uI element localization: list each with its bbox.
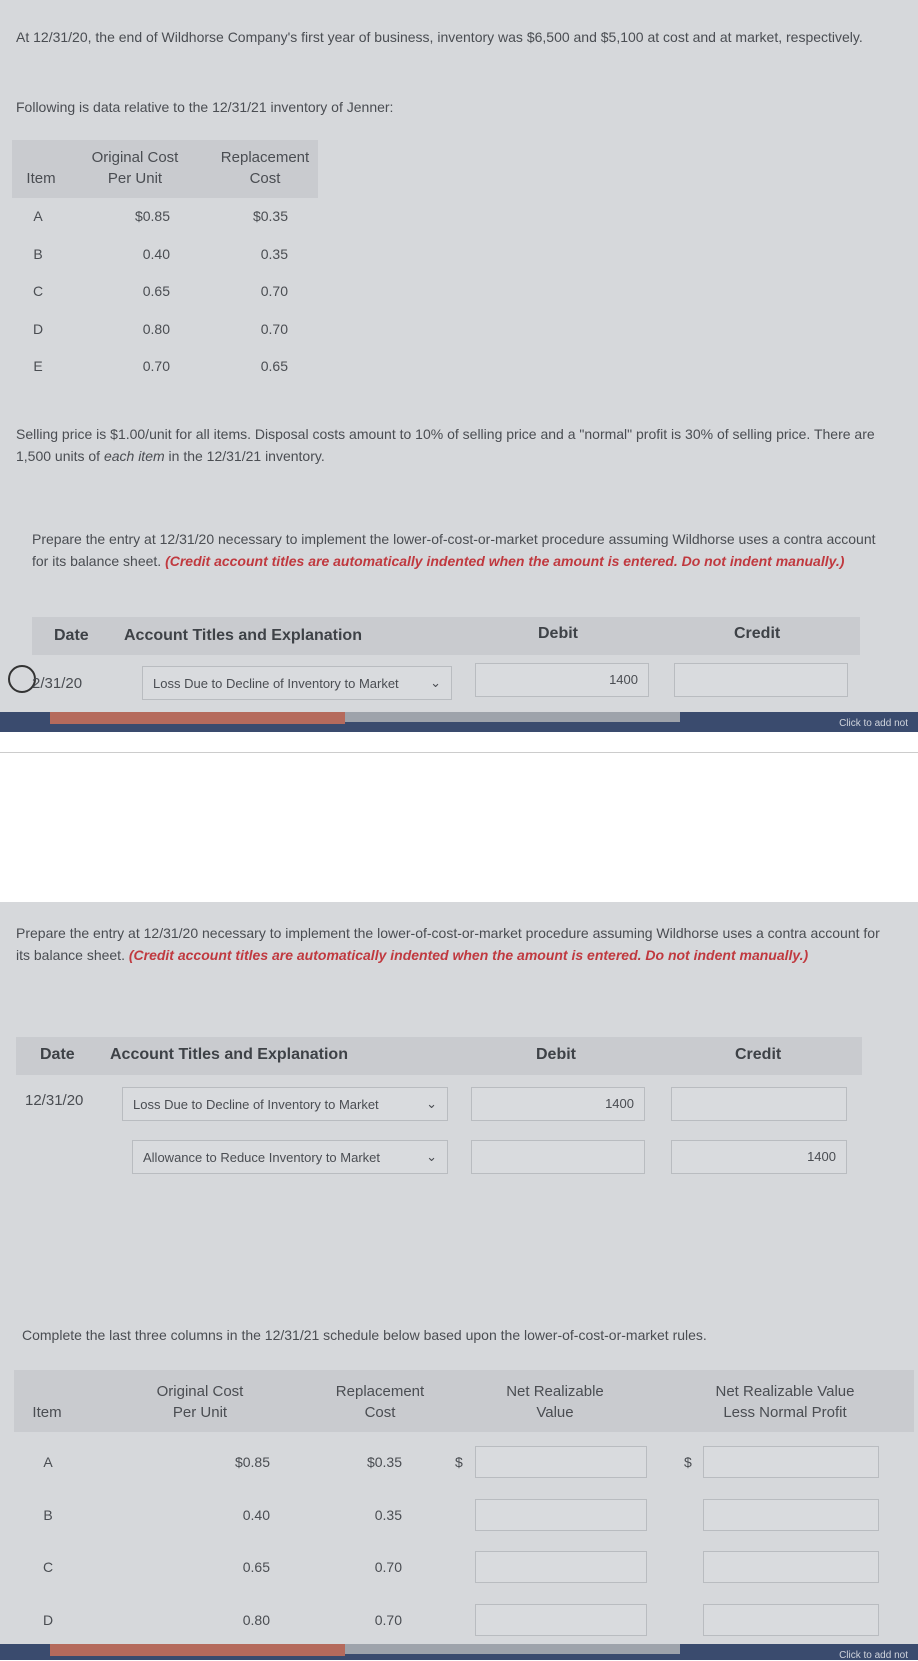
replacement-cell: 0.70 [260, 320, 288, 337]
cost-cell: $0.85 [134, 208, 170, 224]
journal2-debit-input-2[interactable] [471, 1140, 645, 1174]
nrv-less-profit-input[interactable] [703, 1446, 879, 1478]
replacement-cell: 0.65 [260, 358, 288, 374]
replacement-cell: 0.35 [374, 1506, 402, 1523]
nrv-input[interactable] [475, 1551, 647, 1583]
replacement-cell: 0.35 [260, 245, 288, 262]
item-cell: B [33, 245, 43, 262]
nrv-input[interactable] [475, 1446, 647, 1478]
jh-date: Date [40, 1046, 75, 1063]
chevron-down-icon: ⌄ [426, 1096, 437, 1111]
account-value: Allowance to Reduce Inventory to Market [143, 1149, 381, 1165]
nrv-input[interactable] [475, 1603, 647, 1636]
jh-credit: Credit [734, 625, 781, 642]
selling-em: each item [103, 448, 165, 464]
cost-cell: $0.85 [234, 1454, 270, 1470]
selling-text: Selling price is $1.00/unit for all item… [16, 423, 906, 467]
th-cost-2: Per Unit [107, 170, 163, 187]
th-nrvp-1: Net Realizable Value [715, 1383, 855, 1400]
account-value: Loss Due to Decline of Inventory to Mark… [133, 1096, 379, 1112]
replacement-cell: $0.35 [252, 208, 288, 224]
th-item: Item [26, 170, 56, 187]
cost-cell: 0.40 [142, 245, 170, 262]
th-nrv-2: Value [536, 1404, 574, 1421]
cost-cell: 0.65 [242, 1559, 270, 1575]
journal2-date: 12/31/20 [25, 1092, 84, 1109]
jh-debit: Debit [538, 625, 578, 642]
replacement-cell: 0.70 [374, 1559, 402, 1575]
journal2-debit-input-1[interactable]: 1400 [471, 1087, 645, 1121]
journal1-debit-input[interactable]: 1400 [475, 663, 649, 697]
currency-symbol: $ [684, 1454, 692, 1470]
account-value: Loss Due to Decline of Inventory to Mark… [153, 675, 399, 691]
nrv-less-profit-input[interactable] [703, 1603, 879, 1636]
th-cost-2: Per Unit [172, 1404, 228, 1421]
replacement-cell: 0.70 [374, 1611, 402, 1628]
prepare-text-2: Prepare the entry at 12/31/20 necessary … [16, 922, 896, 966]
th-rep-2: Cost [249, 170, 281, 187]
th-cost-1: Original Cost [91, 149, 179, 166]
selling-end: in the 12/31/21 inventory. [168, 448, 325, 464]
th-rep-1: Replacement [335, 1383, 425, 1400]
jh-account: Account Titles and Explanation [124, 627, 362, 644]
item-cell: D [42, 1611, 54, 1628]
question-panel-top: At 12/31/20, the end of Wildhorse Compan… [0, 0, 918, 712]
question-panel-bottom: Prepare the entry at 12/31/20 necessary … [0, 902, 918, 1644]
item-cell: C [32, 283, 44, 299]
item-cell: A [33, 208, 43, 224]
item-cell: E [33, 358, 43, 374]
taskbar-strip-1: Click to add not [0, 712, 918, 732]
strip-text: Click to add not [839, 718, 908, 729]
divider [0, 752, 918, 753]
jh-debit: Debit [536, 1046, 576, 1063]
jh-credit: Credit [735, 1046, 782, 1063]
chevron-down-icon: ⌄ [430, 675, 441, 690]
cost-cell: 0.80 [242, 1611, 270, 1628]
journal2-credit-input-1[interactable] [671, 1087, 847, 1121]
journal1-credit-input[interactable] [674, 663, 848, 697]
nrv-input[interactable] [475, 1498, 647, 1531]
cost-cell: 0.65 [142, 283, 170, 299]
taskbar-strip-2: Click to add not [0, 1644, 918, 1661]
intro-text: At 12/31/20, the end of Wildhorse Compan… [16, 29, 863, 45]
journal1-account-select[interactable]: Loss Due to Decline of Inventory to Mark… [142, 666, 452, 700]
journal1-date: 2/31/20 [32, 675, 83, 692]
prepare-note: (Credit account titles are automatically… [165, 553, 845, 569]
following-text: Following is data relative to the 12/31/… [16, 99, 394, 115]
nrv-less-profit-input[interactable] [703, 1551, 879, 1583]
journal2-credit-input-2[interactable]: 1400 [671, 1140, 847, 1174]
currency-symbol: $ [455, 1454, 463, 1470]
complete-text: Complete the last three columns in the 1… [22, 1327, 707, 1343]
th-rep-2: Cost [364, 1404, 396, 1421]
th-rep-1: Replacement [220, 149, 310, 166]
th-item: Item [32, 1404, 62, 1421]
item-cell: D [32, 320, 44, 337]
prepare-text-1: Prepare the entry at 12/31/20 necessary … [32, 528, 892, 572]
jh-account: Account Titles and Explanation [110, 1046, 348, 1063]
journal2-account-select-2[interactable]: Allowance to Reduce Inventory to Market ⌄ [132, 1140, 448, 1174]
item-cell: A [43, 1454, 53, 1470]
strip-text: Click to add not [839, 1650, 908, 1661]
cost-cell: 0.80 [142, 320, 170, 337]
cost-cell: 0.70 [142, 358, 170, 374]
th-nrvp-2: Less Normal Profit [723, 1404, 847, 1421]
chevron-down-icon: ⌄ [426, 1149, 437, 1164]
jh-date: Date [54, 627, 89, 644]
th-nrv-1: Net Realizable [506, 1383, 604, 1400]
nrv-less-profit-input[interactable] [703, 1498, 879, 1531]
replacement-cell: $0.35 [366, 1454, 402, 1470]
replacement-cell: 0.70 [260, 283, 288, 299]
item-cell: C [42, 1559, 54, 1575]
prepare-note: (Credit account titles are automatically… [128, 947, 809, 963]
th-cost-1: Original Cost [156, 1383, 244, 1400]
cost-cell: 0.40 [242, 1506, 270, 1523]
item-cell: B [43, 1506, 53, 1523]
journal2-account-select-1[interactable]: Loss Due to Decline of Inventory to Mark… [122, 1087, 448, 1121]
